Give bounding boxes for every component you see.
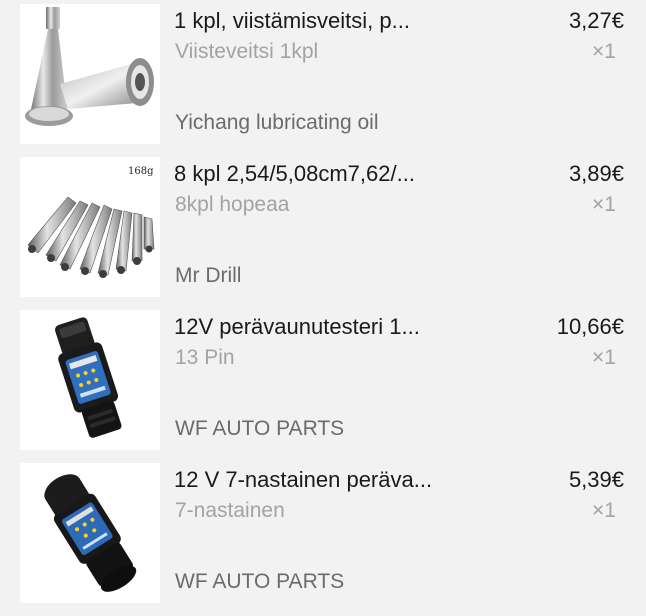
list-item[interactable]: 12V perävaunutesteri 1... 13 Pin WF AUTO… [0, 306, 646, 458]
chamfer-tool-image [25, 7, 154, 126]
product-image[interactable]: 168g [20, 157, 160, 297]
store-name[interactable]: Mr Drill [175, 264, 241, 288]
product-title[interactable]: 1 kpl, viistämisveitsi, p... [174, 8, 464, 34]
order-item-list: 1 kpl, viistämisveitsi, p... Viisteveits… [0, 0, 646, 616]
product-quantity: ×1 [592, 346, 616, 369]
socket-adapter-set-image: 168g [27, 166, 155, 278]
product-variant: 7-nastainen [175, 499, 285, 522]
product-quantity: ×1 [592, 193, 616, 216]
trailer-tester-image [55, 317, 122, 438]
product-image[interactable] [20, 4, 160, 144]
product-price: 5,39€ [568, 467, 624, 492]
product-title[interactable]: 12 V 7-nastainen peräva... [174, 467, 464, 493]
product-price: 10,66€ [556, 314, 624, 339]
product-image[interactable] [20, 310, 160, 450]
list-item[interactable]: 1 kpl, viistämisveitsi, p... Viisteveits… [0, 0, 646, 152]
product-title[interactable]: 8 kpl 2,54/5,08cm7,62/... [174, 161, 464, 187]
product-variant: Viisteveitsi 1kpl [175, 40, 319, 63]
product-title[interactable]: 12V perävaunutesteri 1... [174, 314, 464, 340]
store-name[interactable]: WF AUTO PARTS [175, 417, 344, 441]
product-variant: 8kpl hopeaa [175, 193, 290, 216]
list-item[interactable]: 168g 8 kpl 2,54/5,08cm7,62/... 8kpl hope… [0, 153, 646, 305]
product-image[interactable] [20, 463, 160, 603]
store-name[interactable]: Yichang lubricating oil [175, 111, 379, 135]
product-price: 3,89€ [568, 161, 624, 186]
product-quantity: ×1 [592, 499, 616, 522]
product-quantity: ×1 [592, 40, 616, 63]
store-name[interactable]: WF AUTO PARTS [175, 570, 344, 594]
trailer-tester-image [44, 474, 137, 592]
product-price: 3,27€ [568, 8, 624, 33]
product-variant: 13 Pin [175, 346, 235, 369]
list-item[interactable]: 12 V 7-nastainen peräva... 7-nastainen W… [0, 459, 646, 611]
weight-label: 168g [128, 166, 154, 177]
